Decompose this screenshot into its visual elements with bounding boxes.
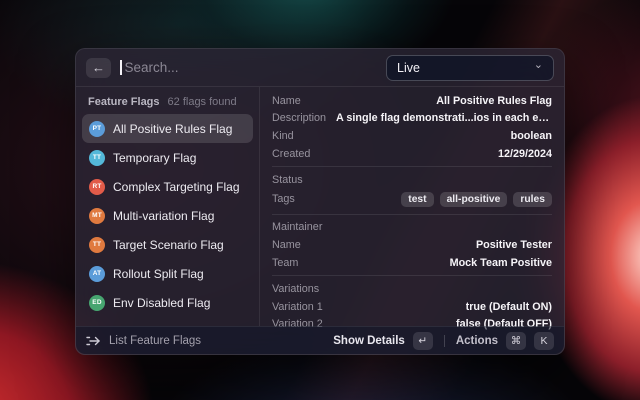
detail-value: Mock Team Positive: [449, 256, 552, 269]
detail-row: Description A single flag demonstrati...i…: [272, 110, 552, 128]
actions-menu-action[interactable]: Actions: [456, 335, 498, 347]
flag-list-item[interactable]: ED Env Disabled Flag: [82, 288, 253, 317]
environment-dropdown[interactable]: Live ⌄: [386, 54, 554, 81]
footer-bar: List Feature Flags Show Details ↵ Action…: [76, 326, 564, 354]
show-details-action[interactable]: Show Details: [333, 335, 405, 347]
flag-list-item[interactable]: TT Target Scenario Flag: [82, 230, 253, 259]
detail-row: Team Mock Team Positive: [272, 254, 552, 272]
detail-row: Variation 1 true (Default ON): [272, 298, 552, 316]
flag-list-item[interactable]: TT Temporary Flag: [82, 143, 253, 172]
detail-value: boolean: [510, 129, 552, 142]
footer-divider: [443, 334, 445, 347]
source-command-label: List Feature Flags: [109, 334, 202, 347]
detail-value: A single flag demonstrati...ios in each …: [336, 112, 552, 125]
list-section-header: Feature Flags 62 flags found: [82, 93, 253, 114]
detail-label: Variation 1: [272, 300, 323, 313]
environment-dropdown-value: Live: [397, 60, 420, 75]
flag-initials-icon: TT: [89, 149, 105, 166]
detail-label: Tags: [272, 193, 295, 206]
flag-label: Temporary Flag: [113, 150, 197, 165]
tag-list: test all-positive rules: [401, 191, 552, 207]
list-section-title: Feature Flags: [88, 96, 160, 108]
back-arrow-icon: ←: [92, 60, 105, 75]
detail-label: Created: [272, 147, 311, 160]
k-key-badge: K: [534, 331, 554, 350]
flag-list-item[interactable]: RT Complex Targeting Flag: [82, 172, 253, 201]
detail-value: 12/29/2024: [497, 147, 552, 160]
tag-pill: all-positive: [439, 191, 508, 207]
flag-initials-icon: MT: [89, 207, 105, 224]
section-divider: [272, 275, 552, 277]
detail-label: Variations: [272, 283, 320, 296]
detail-value: Positive Tester: [475, 238, 552, 251]
detail-panel: Name All Positive Rules Flag Description A …: [260, 87, 564, 330]
flag-initials-icon: PT: [89, 120, 105, 137]
flag-list-panel: Feature Flags 62 flags found PT All Posit…: [76, 87, 260, 326]
tag-pill: test: [401, 191, 434, 207]
detail-row: Variations: [272, 280, 552, 298]
detail-label: Kind: [272, 129, 294, 142]
flag-label: Target Scenario Flag: [113, 237, 224, 252]
command-palette-window: ← Live ⌄ Feature Flags 62 flags found PT…: [75, 48, 565, 355]
flag-label: Env Disabled Flag: [113, 295, 211, 310]
detail-label: Team: [272, 256, 299, 269]
detail-row: Maintainer: [272, 219, 552, 237]
detail-label: Maintainer: [272, 221, 323, 234]
tag-pill: rules: [513, 191, 552, 207]
cmd-key-badge: ⌘: [506, 331, 526, 350]
detail-row: Kind boolean: [272, 127, 552, 145]
flag-label: Rollout Split Flag: [113, 266, 204, 281]
detail-row: Tags test all-positive rules: [272, 189, 552, 210]
return-key-badge: ↵: [412, 331, 433, 350]
detail-row: Name Positive Tester: [272, 236, 552, 254]
flag-initials-icon: TT: [89, 236, 105, 253]
detail-label: Description: [272, 112, 327, 125]
flag-initials-icon: RT: [89, 178, 105, 195]
flag-label: Complex Targeting Flag: [113, 179, 240, 194]
section-divider: [272, 213, 552, 215]
flag-label: All Positive Rules Flag: [113, 121, 233, 136]
detail-value: true (Default ON): [465, 300, 552, 313]
detail-value: All Positive Rules Flag: [436, 94, 552, 107]
flag-list-item[interactable]: AT Rollout Split Flag: [82, 259, 253, 288]
detail-row: Created 12/29/2024: [272, 145, 552, 163]
text-caret: [120, 60, 122, 75]
launch-arrow-icon: [86, 335, 101, 347]
flag-list-item[interactable]: PT All Positive Rules Flag: [82, 114, 253, 143]
main-area: Feature Flags 62 flags found PT All Posit…: [76, 87, 564, 330]
result-count: 62 flags found: [167, 96, 237, 108]
chevron-down-icon: ⌄: [533, 59, 543, 71]
flag-initials-icon: AT: [89, 265, 105, 282]
flag-list: PT All Positive Rules Flag TT Temporary Fla…: [82, 114, 253, 317]
search-header: ← Live ⌄: [76, 49, 564, 87]
flag-label: Multi-variation Flag: [113, 208, 215, 223]
detail-label: Name: [272, 94, 301, 107]
flag-initials-icon: ED: [89, 294, 105, 311]
detail-row: Status: [272, 171, 552, 189]
section-divider: [272, 166, 552, 168]
detail-label: Name: [272, 238, 301, 251]
flag-list-item[interactable]: MT Multi-variation Flag: [82, 201, 253, 230]
search-input[interactable]: [124, 60, 377, 75]
back-button[interactable]: ←: [86, 57, 111, 78]
detail-row: Name All Positive Rules Flag: [272, 92, 552, 110]
detail-label: Status: [272, 174, 303, 187]
